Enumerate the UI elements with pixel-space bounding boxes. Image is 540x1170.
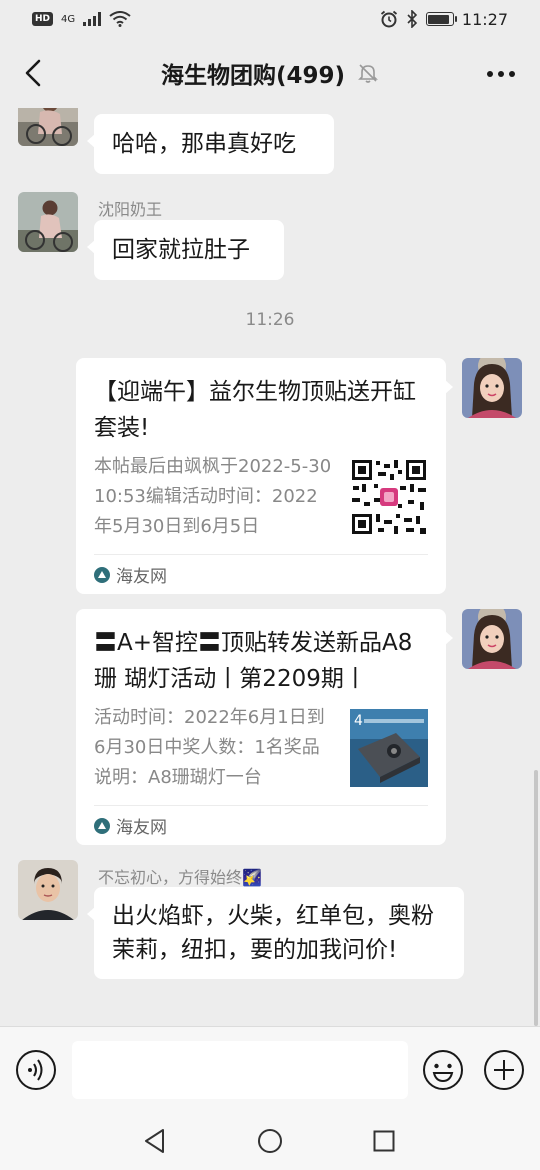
bell-muted-icon bbox=[357, 62, 379, 84]
qr-code-thumbnail bbox=[350, 458, 428, 536]
nav-home-icon[interactable] bbox=[257, 1128, 283, 1154]
message-bubble[interactable]: 哈哈，那串真好吃 bbox=[87, 114, 334, 174]
message-text: 出火焰虾，火柴，红单包，奥粉茉莉，纽扣，要的加我问价! bbox=[112, 903, 434, 963]
alarm-icon bbox=[380, 10, 397, 28]
avatar[interactable] bbox=[18, 108, 78, 146]
ellipsis-icon bbox=[487, 71, 515, 77]
message-bubble[interactable]: 回家就拉肚子 bbox=[87, 220, 284, 280]
card-body: 本帖最后由飒枫于2022-5-3010:53编辑活动时间：2022年5月30日到… bbox=[94, 452, 428, 542]
emoji-icon bbox=[423, 1050, 463, 1090]
more-button[interactable] bbox=[484, 60, 518, 88]
avatar[interactable] bbox=[462, 358, 522, 418]
card-footer: 海友网 bbox=[94, 805, 428, 845]
status-left: HD 4G bbox=[32, 11, 131, 27]
system-nav-bar bbox=[0, 1114, 540, 1170]
signal-icon bbox=[83, 12, 102, 26]
plus-icon bbox=[484, 1050, 524, 1090]
status-right: 11:27 bbox=[380, 10, 508, 29]
hd-badge: HD bbox=[32, 12, 54, 26]
sender-name: 沈阳奶王 bbox=[98, 200, 163, 219]
avatar[interactable] bbox=[18, 860, 78, 920]
message-bubble[interactable]: 出火焰虾，火柴，红单包，奥粉茉莉，纽扣，要的加我问价! bbox=[87, 887, 464, 979]
avatar[interactable] bbox=[462, 609, 522, 669]
sender-name: 不忘初心，方得始终🌠 bbox=[98, 868, 262, 887]
scrollbar[interactable] bbox=[534, 770, 538, 1026]
wifi-icon bbox=[109, 11, 131, 27]
title-bar: 海生物团购(499) bbox=[0, 38, 540, 108]
avatar[interactable] bbox=[18, 192, 78, 252]
card-title: 〓A+智控〓顶贴转发送新品A8珊 瑚灯活动丨第2209期丨 bbox=[94, 630, 413, 692]
status-time: 11:27 bbox=[461, 9, 508, 29]
network-label: 4G bbox=[61, 13, 76, 25]
card-source: 海友网 bbox=[116, 818, 167, 838]
card-body: 活动时间：2022年6月1日到6月30日中奖人数：1名奖品说明：A8珊瑚灯一台 … bbox=[94, 703, 428, 793]
voice-button[interactable] bbox=[15, 1049, 57, 1091]
emoji-button[interactable] bbox=[422, 1049, 464, 1091]
input-bar bbox=[0, 1026, 540, 1114]
time-stamp: 11:26 bbox=[245, 310, 295, 330]
card-source: 海友网 bbox=[116, 567, 167, 587]
card-title: 【迎端午】益尔生物顶贴送开缸套装! bbox=[94, 379, 416, 441]
message-text: 哈哈，那串真好吃 bbox=[112, 131, 296, 157]
card-footer: 海友网 bbox=[94, 554, 428, 594]
link-card[interactable]: 〓A+智控〓顶贴转发送新品A8珊 瑚灯活动丨第2209期丨 活动时间：2022年… bbox=[76, 609, 453, 845]
link-card[interactable]: 【迎端午】益尔生物顶贴送开缸套装! 本帖最后由飒枫于2022-5-3010:53… bbox=[76, 358, 453, 594]
message-text: 回家就拉肚子 bbox=[112, 237, 250, 263]
battery-icon bbox=[425, 12, 457, 26]
source-logo-icon bbox=[94, 566, 110, 583]
nav-back-icon[interactable] bbox=[143, 1128, 167, 1154]
svg-text:4: 4 bbox=[354, 713, 363, 729]
bluetooth-icon bbox=[407, 10, 418, 28]
product-thumbnail: 4 bbox=[350, 709, 428, 787]
chevron-left-icon bbox=[25, 59, 41, 87]
title-wrap: 海生物团购(499) bbox=[161, 56, 379, 90]
card-description: 本帖最后由飒枫于2022-5-3010:53编辑活动时间：2022年5月30日到… bbox=[94, 456, 332, 537]
back-button[interactable] bbox=[18, 58, 48, 88]
chat-title: 海生物团购(499) bbox=[160, 63, 346, 89]
message-input[interactable] bbox=[72, 1041, 408, 1099]
status-bar: HD 4G 11:27 bbox=[0, 0, 540, 38]
card-description: 活动时间：2022年6月1日到6月30日中奖人数：1名奖品说明：A8珊瑚灯一台 bbox=[94, 707, 325, 788]
source-logo-icon bbox=[94, 817, 110, 834]
voice-icon bbox=[16, 1050, 56, 1090]
nav-recent-icon[interactable] bbox=[373, 1130, 395, 1152]
chat-area[interactable]: 哈哈，那串真好吃 沈阳奶王 回家就拉肚子 11:26 【迎端午】益尔生物顶贴送开… bbox=[0, 108, 540, 1026]
more-actions-button[interactable] bbox=[483, 1049, 525, 1091]
battery-level bbox=[428, 14, 450, 24]
